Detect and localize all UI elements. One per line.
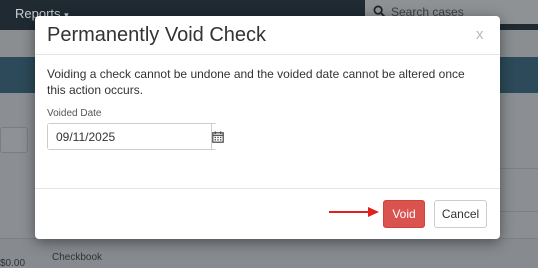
background-panel-strip: [500, 168, 538, 212]
dialog-message: Voiding a check cannot be undone and the…: [47, 67, 465, 97]
dialog-title: Permanently Void Check: [47, 24, 267, 46]
close-button[interactable]: x: [476, 26, 484, 43]
voided-date-label: Voided Date: [47, 108, 102, 119]
void-check-dialog: Permanently Void Check x Voiding a check…: [35, 16, 500, 239]
dialog-footer: [35, 188, 500, 239]
calendar-button[interactable]: [211, 124, 224, 149]
voided-date-input[interactable]: [48, 124, 211, 149]
amount-fragment: $0.00: [0, 258, 26, 268]
checkbook-label: Checkbook: [52, 252, 103, 263]
dialog-header: Permanently Void Check x: [35, 16, 500, 55]
background-card: [0, 127, 28, 153]
cancel-button[interactable]: Cancel: [434, 200, 487, 228]
voided-date-group: [47, 123, 224, 150]
calendar-icon: [212, 131, 224, 143]
arrow-right-icon: [329, 207, 379, 217]
void-button[interactable]: Void: [383, 200, 425, 228]
